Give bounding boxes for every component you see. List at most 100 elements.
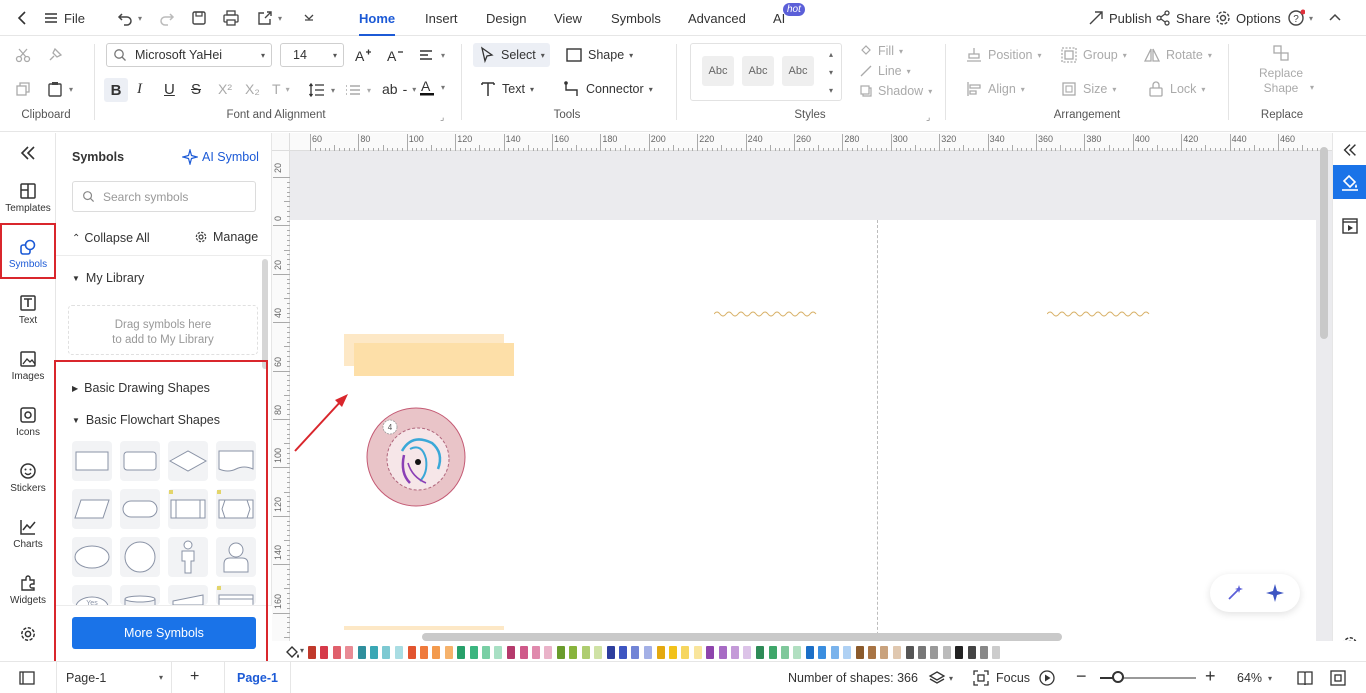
book-view-button[interactable]	[1296, 669, 1314, 687]
rail-stickers[interactable]: Stickers	[0, 453, 56, 503]
format-painter-button[interactable]	[46, 46, 64, 64]
text-direction-button[interactable]: ab - ▾	[382, 81, 416, 97]
collapse-all-button[interactable]: ⌃ Collapse All	[72, 231, 150, 245]
color-swatch[interactable]	[930, 646, 939, 659]
tab-home[interactable]: Home	[359, 0, 396, 36]
panel-scrollbar[interactable]	[262, 259, 268, 369]
group-button[interactable]: Group ▾	[1060, 46, 1127, 64]
presentation-panel-button[interactable]	[1341, 217, 1359, 235]
focus-button[interactable]: Focus	[972, 669, 1030, 687]
ai-symbol-button[interactable]: AI Symbol	[182, 149, 259, 165]
underline-button[interactable]: U	[164, 81, 175, 98]
style-preset-2[interactable]: Abc	[742, 56, 774, 86]
shape-tool-button[interactable]: Shape ▾	[565, 46, 633, 64]
color-swatch[interactable]	[332, 646, 341, 659]
list-button[interactable]: ▾	[344, 81, 371, 99]
color-swatch[interactable]	[743, 646, 752, 659]
color-swatch[interactable]	[668, 646, 677, 659]
undo-button[interactable]: ▾	[116, 0, 142, 36]
back-icon[interactable]	[14, 0, 32, 36]
color-swatch[interactable]	[917, 646, 926, 659]
paste-button[interactable]: ▾	[46, 80, 73, 98]
color-swatch[interactable]	[868, 646, 877, 659]
line-button[interactable]: Line ▾	[859, 64, 911, 78]
horizontal-scrollbar[interactable]	[422, 633, 1062, 641]
color-swatch[interactable]	[706, 646, 715, 659]
decrease-font-button[interactable]: A	[386, 46, 404, 64]
color-swatch[interactable]	[643, 646, 652, 659]
wavy-line-left[interactable]	[714, 309, 818, 319]
canvas-area[interactable]: 60 80 100 120 140 160 180 200 220 240 260 280 300 320…	[272, 133, 1332, 660]
rail-widgets[interactable]: Widgets	[0, 565, 56, 615]
rail-templates[interactable]: Templates	[0, 173, 56, 223]
text-case-button[interactable]: T ▾	[272, 81, 290, 97]
color-swatch[interactable]	[407, 646, 416, 659]
zoom-in-button[interactable]: +	[1205, 666, 1216, 687]
play-button[interactable]	[1038, 669, 1056, 687]
color-swatch[interactable]	[531, 646, 540, 659]
color-swatch[interactable]	[992, 646, 1001, 659]
color-swatch[interactable]	[880, 646, 889, 659]
rail-charts[interactable]: Charts	[0, 509, 56, 559]
vertical-scrollbar[interactable]	[1320, 147, 1328, 339]
zoom-slider-thumb[interactable]	[1112, 671, 1124, 683]
page-tab-active[interactable]: Page-1	[224, 662, 291, 693]
my-library-dropzone[interactable]: Drag symbols here to add to My Library	[68, 305, 258, 355]
color-swatch[interactable]	[482, 646, 490, 659]
format-panel-button[interactable]	[1333, 165, 1366, 199]
select-tool-button[interactable]: Select ▾	[473, 43, 550, 67]
color-swatch[interactable]	[344, 646, 353, 659]
color-swatch[interactable]	[955, 646, 964, 659]
color-swatch[interactable]	[382, 646, 391, 659]
color-swatch[interactable]	[357, 646, 366, 659]
color-swatch[interactable]	[370, 646, 379, 659]
color-swatch[interactable]	[569, 646, 578, 659]
color-swatch[interactable]	[593, 646, 602, 659]
share-button[interactable]: Share	[1154, 0, 1211, 36]
file-menu[interactable]: File	[42, 0, 85, 36]
size-button[interactable]: Size ▾	[1060, 80, 1116, 98]
add-page-button[interactable]: +	[190, 668, 199, 686]
color-swatch[interactable]	[731, 646, 739, 659]
export-button[interactable]: ▾	[256, 0, 282, 36]
color-swatch[interactable]	[444, 646, 453, 659]
lock-button[interactable]: Lock ▾	[1147, 80, 1205, 98]
bold-button[interactable]: B	[104, 78, 128, 102]
zoom-select[interactable]: 64% ▾	[1237, 671, 1272, 685]
color-swatch[interactable]	[507, 646, 516, 659]
ai-sparkle-button[interactable]	[1265, 583, 1285, 603]
print-button[interactable]	[222, 0, 240, 36]
color-swatch[interactable]	[793, 646, 802, 659]
color-swatch[interactable]	[718, 646, 727, 659]
text-tool-button[interactable]: Text ▾	[479, 80, 534, 98]
replace-shape-button[interactable]: Replace Shape	[1250, 44, 1312, 96]
cut-button[interactable]	[14, 46, 32, 64]
profile-badge-illustration[interactable]: 4	[364, 403, 468, 509]
redo-button[interactable]	[158, 0, 176, 36]
color-swatch[interactable]	[494, 646, 503, 659]
color-swatch[interactable]	[818, 646, 827, 659]
color-swatch[interactable]	[855, 646, 864, 659]
italic-button[interactable]: I	[137, 81, 142, 98]
superscript-button[interactable]: X²	[218, 81, 232, 97]
color-swatch[interactable]	[581, 646, 590, 659]
increase-font-button[interactable]: A	[354, 46, 372, 64]
rail-icons[interactable]: Icons	[0, 397, 56, 447]
color-swatch[interactable]	[967, 646, 976, 659]
color-swatch[interactable]	[842, 646, 851, 659]
help-button[interactable]: ? ▾	[1287, 0, 1313, 36]
color-swatch[interactable]	[768, 646, 777, 659]
sticky-note-bottom[interactable]	[344, 626, 504, 630]
tab-symbols[interactable]: Symbols	[611, 0, 661, 36]
tab-view[interactable]: View	[554, 0, 582, 36]
expand-right-panel-icon[interactable]	[1341, 141, 1359, 159]
options-button[interactable]: Options	[1214, 0, 1281, 36]
color-swatch[interactable]	[631, 646, 640, 659]
style-preset-3[interactable]: Abc	[782, 56, 814, 86]
save-button[interactable]	[190, 0, 208, 36]
color-swatch[interactable]	[980, 646, 988, 659]
color-swatch[interactable]	[780, 646, 789, 659]
align-button[interactable]: Align ▾	[965, 80, 1025, 98]
tab-ai[interactable]: AI hot	[773, 0, 805, 36]
zoom-out-button[interactable]: −	[1076, 666, 1087, 687]
